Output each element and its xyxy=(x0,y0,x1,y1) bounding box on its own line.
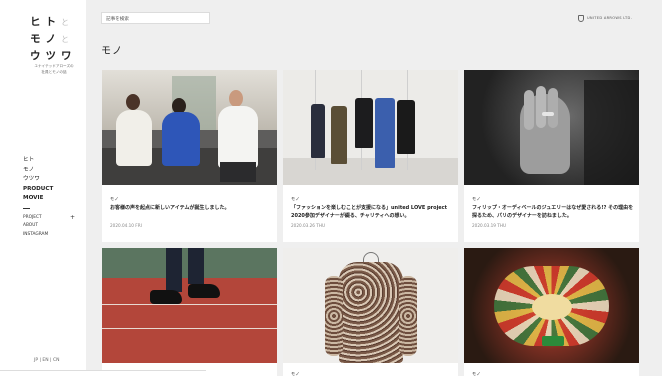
article-image xyxy=(283,70,458,185)
search-input[interactable]: 記事を検索 xyxy=(101,12,210,24)
brand-link[interactable]: UNITED ARROWS LTD. xyxy=(578,13,648,23)
tagline: ユナイテッドアローズの 社員とモノの話 xyxy=(34,64,74,74)
brand-name: UNITED ARROWS LTD. xyxy=(587,16,633,20)
nav-item-utsuwa[interactable]: ウツワ xyxy=(23,175,83,185)
article-card[interactable]: モノ フィリップ・オーディベールのジュエリーはなぜ愛される!? その理由を探るた… xyxy=(464,70,639,242)
article-title: 「ファッションを楽しむことが支援になる」united LOVE project … xyxy=(291,205,448,219)
article-title: お客様の声を起点に新しいアイテムが誕生しました。 xyxy=(110,205,230,211)
article-image xyxy=(464,70,639,185)
page-title: モノ xyxy=(101,46,123,57)
plus-icon[interactable]: + xyxy=(70,214,75,223)
nav-item-mono[interactable]: モノ xyxy=(23,166,83,176)
article-card[interactable]: モノ 「ファッションを楽しむことが支援になる」united LOVE proje… xyxy=(283,70,458,242)
nav-item-hito[interactable]: ヒト xyxy=(23,156,83,166)
nav-divider xyxy=(23,207,30,209)
nav-item-project[interactable]: PROJECT + xyxy=(23,214,83,223)
browser-status-bar xyxy=(0,370,206,376)
sidebar: ヒトと モノと ウツワ ユナイテッドアローズの 社員とモノの話 ヒト モノ ウツ… xyxy=(0,0,86,376)
article-date: 2020.04.10 FRI xyxy=(110,223,142,228)
article-category: モノ xyxy=(472,196,481,201)
logo-row-2: モノと xyxy=(30,33,69,45)
article-date: 2020.03.26 THU xyxy=(291,223,326,228)
nav-item-product[interactable]: PRODUCT xyxy=(23,185,83,195)
article-category: モノ xyxy=(472,371,481,376)
article-image xyxy=(283,248,458,363)
article-card[interactable]: モノ xyxy=(464,248,639,376)
brand-logo-icon xyxy=(578,14,584,22)
article-image xyxy=(102,248,277,363)
logo-row-1: ヒトと xyxy=(30,16,69,28)
site-logo[interactable]: ヒトと モノと ウツワ xyxy=(30,14,76,64)
article-card[interactable]: モノ xyxy=(283,248,458,376)
article-title: フィリップ・オーディベールのジュエリーはなぜ愛される!? その理由を探るため、パ… xyxy=(472,205,634,219)
article-category: モノ xyxy=(291,196,300,201)
article-card[interactable] xyxy=(102,248,277,376)
article-image xyxy=(464,248,639,363)
main-nav: ヒト モノ ウツワ PRODUCT MOVIE PROJECT + ABOUT … xyxy=(23,156,83,239)
main-content: 記事を検索 UNITED ARROWS LTD. モノ モノ お客様の声を起点に… xyxy=(86,0,662,376)
article-date: 2020.03.19 THU xyxy=(472,223,507,228)
logo-row-3: ウツワ xyxy=(30,50,77,62)
article-card[interactable]: モノ お客様の声を起点に新しいアイテムが誕生しました。 2020.04.10 F… xyxy=(102,70,277,242)
language-switcher[interactable]: JP | EN | CN xyxy=(34,358,60,363)
article-category: モノ xyxy=(291,371,300,376)
nav-item-about[interactable]: ABOUT xyxy=(23,222,83,231)
nav-item-movie[interactable]: MOVIE xyxy=(23,194,83,204)
article-image xyxy=(102,70,277,185)
nav-item-instagram[interactable]: INSTAGRAM xyxy=(23,231,83,240)
article-category: モノ xyxy=(110,196,119,201)
